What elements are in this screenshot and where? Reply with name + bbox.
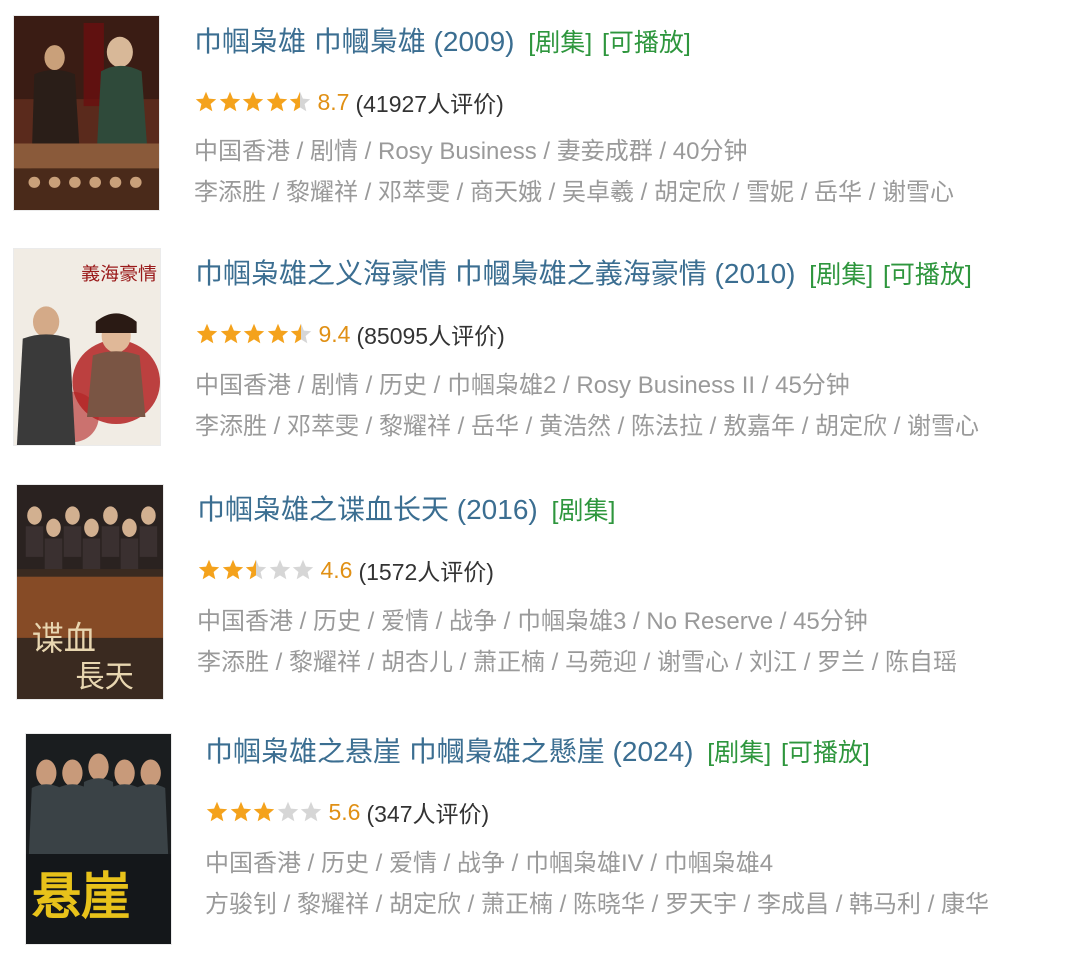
tag-series[interactable]: [剧集] [809, 261, 873, 289]
poster-image[interactable]: 義海豪情 [14, 249, 160, 445]
title-line: 巾帼枭雄 巾幗梟雄 (2009) [剧集] [可播放] [194, 24, 691, 61]
rating-score: 5.6 [328, 798, 361, 825]
star-icon [230, 801, 251, 822]
star-icon [196, 323, 218, 344]
tag-series[interactable]: [剧集] [552, 497, 616, 525]
result-title[interactable]: 巾帼枭雄之悬崖 巾幗梟雄之懸崖 (2024) [205, 736, 694, 767]
title-line: 巾帼枭雄之义海豪情 巾幗梟雄之義海豪情 (2010) [剧集] [可播放] [195, 256, 972, 293]
tag-playable[interactable]: [可播放] [883, 261, 972, 289]
star-icon [222, 559, 243, 580]
star-icon [206, 801, 228, 822]
star-icon [269, 559, 290, 580]
star-icon [198, 559, 220, 580]
star-icon [267, 323, 288, 344]
result-item: 巾帼枭雄 巾幗梟雄 (2009) [剧集] [可播放] 8.7 (41927人评… [0, 0, 1080, 230]
star-icon [253, 801, 275, 822]
cast-line: 李添胜 / 邓萃雯 / 黎耀祥 / 岳华 / 黄浩然 / 陈法拉 / 敖嘉年 /… [195, 413, 980, 440]
result-item: 谍血 長天 巾帼枭雄之谍血长天 (2016) [剧集] 4.6 (1572人评价)… [0, 468, 1080, 699]
meta-line: 中国香港 / 剧情 / Rosy Business / 妻妾成群 / 40分钟 [194, 138, 748, 165]
cast-line: 李添胜 / 黎耀祥 / 胡杏儿 / 萧正楠 / 马菀迎 / 谢雪心 / 刘江 /… [197, 649, 958, 676]
svg-text:悬崖: 悬崖 [32, 866, 131, 926]
poster-image[interactable]: 悬崖 [26, 734, 171, 944]
cast-line: 李添胜 / 黎耀祥 / 邓萃雯 / 商天娥 / 吴卓羲 / 胡定欣 / 雪妮 /… [194, 179, 955, 206]
rating-count: (85095人评价) [356, 323, 505, 349]
rating-line: 8.7 (41927人评价) [194, 86, 504, 118]
rating-count: (347人评价) [366, 801, 490, 827]
meta-line: 中国香港 / 历史 / 爱情 / 战争 / 巾帼枭雄IV / 巾帼枭雄4 [205, 850, 774, 877]
title-line: 巾帼枭雄之谍血长天 (2016) [剧集] [197, 492, 615, 529]
poster-image[interactable]: 谍血 長天 [17, 485, 163, 699]
star-icon [245, 559, 267, 580]
rating-score: 8.7 [317, 88, 350, 115]
rating-score: 9.4 [318, 320, 351, 347]
svg-text:義海豪情: 義海豪情 [81, 264, 157, 285]
star-icon [220, 323, 241, 344]
title-line: 巾帼枭雄之悬崖 巾幗梟雄之懸崖 (2024) [剧集] [可播放] [205, 734, 870, 771]
tag-series[interactable]: [剧集] [528, 29, 592, 57]
star-icon [266, 91, 287, 112]
result-item: 義海豪情 巾帼枭雄之义海豪情 巾幗梟雄之義海豪情 (2010) [剧集] [可播… [0, 234, 1080, 464]
meta-line: 中国香港 / 剧情 / 历史 / 巾帼枭雄2 / Rosy Business I… [195, 372, 850, 399]
star-icon [242, 91, 264, 112]
rating-count: (1572人评价) [358, 559, 494, 585]
cast-line: 方骏钊 / 黎耀祥 / 胡定欣 / 萧正楠 / 陈晓华 / 罗天宇 / 李成昌 … [205, 891, 990, 918]
rating-line: 5.6 (347人评价) [205, 796, 489, 828]
star-rating-icon [205, 800, 323, 824]
result-title[interactable]: 巾帼枭雄之谍血长天 (2016) [197, 494, 538, 525]
rating-score: 4.6 [320, 556, 353, 583]
poster-image[interactable] [14, 16, 159, 210]
meta-line: 中国香港 / 历史 / 爱情 / 战争 / 巾帼枭雄3 / No Reserve… [197, 608, 868, 635]
result-title[interactable]: 巾帼枭雄 巾幗梟雄 (2009) [194, 26, 515, 57]
rating-line: 4.6 (1572人评价) [197, 554, 494, 586]
rating-line: 9.4 (85095人评价) [195, 318, 505, 350]
result-title[interactable]: 巾帼枭雄之义海豪情 巾幗梟雄之義海豪情 (2010) [195, 258, 796, 289]
result-item: 悬崖 巾帼枭雄之悬崖 巾幗梟雄之懸崖 (2024) [剧集] [可播放] 5.6… [0, 722, 1080, 952]
star-icon [300, 801, 322, 822]
star-rating-icon [197, 558, 315, 582]
star-icon [292, 559, 314, 580]
tag-playable[interactable]: [可播放] [781, 739, 870, 767]
svg-text:谍血: 谍血 [32, 618, 96, 658]
star-rating-icon [194, 90, 312, 114]
star-icon [290, 323, 312, 344]
star-rating-icon [195, 322, 313, 346]
star-icon [243, 323, 265, 344]
rating-count: (41927人评价) [355, 91, 504, 117]
star-icon [219, 91, 240, 112]
star-icon [195, 91, 217, 112]
svg-text:長天: 長天 [75, 659, 133, 695]
star-icon [289, 91, 311, 112]
tag-series[interactable]: [剧集] [707, 739, 771, 767]
tag-playable[interactable]: [可播放] [602, 29, 691, 57]
star-icon [277, 801, 298, 822]
